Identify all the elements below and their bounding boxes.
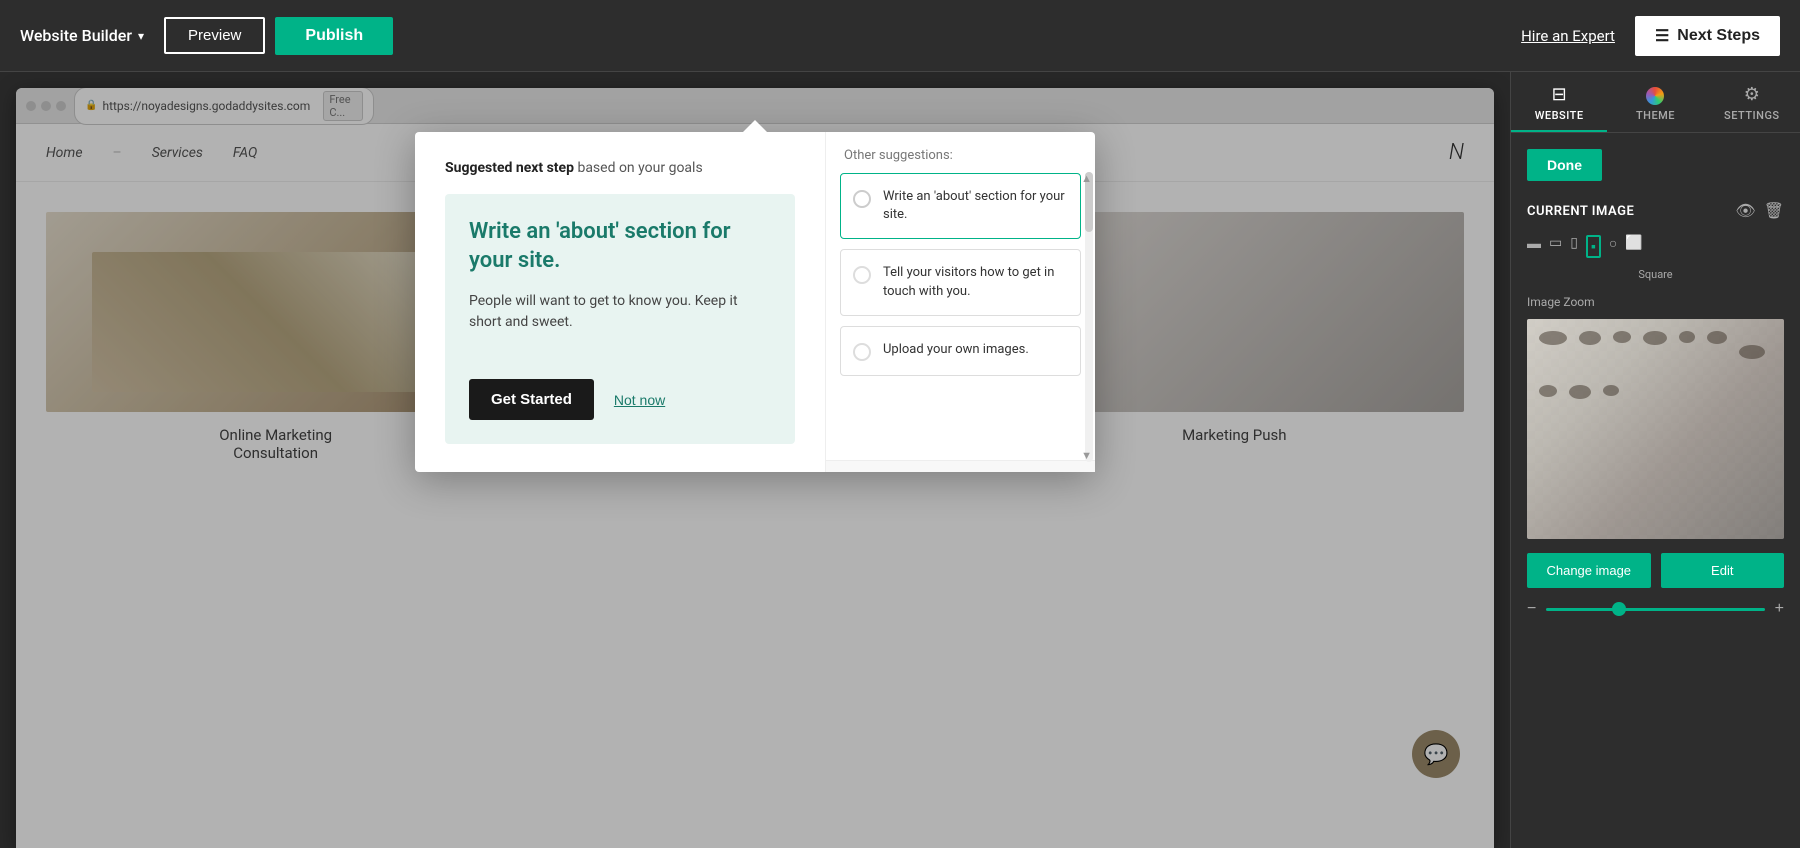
chevron-down-icon: ▾ xyxy=(138,29,144,43)
modal-header-rest: based on your goals xyxy=(574,160,703,176)
delete-icon[interactable]: 🗑 xyxy=(1764,201,1784,221)
modal-actions: Get Started Not now xyxy=(469,379,771,420)
zoom-out-button[interactable]: − xyxy=(1527,600,1536,618)
image-people-overlay xyxy=(1527,319,1784,539)
modal-left-panel: Suggested next step based on your goals … xyxy=(415,132,825,472)
suggestion-item-3[interactable]: Upload your own images. xyxy=(840,326,1081,376)
settings-gear-icon: ⚙ xyxy=(1744,84,1760,105)
zoom-slider[interactable] xyxy=(1546,608,1764,611)
modal-triangle xyxy=(743,120,767,132)
website-tab-icon: ⊟ xyxy=(1552,84,1567,105)
image-zoom-label: Image Zoom xyxy=(1527,295,1784,309)
shape-circle[interactable]: ○ xyxy=(1609,235,1617,258)
sidebar-content: Done CURRENT IMAGE 👁 🗑 ▬ ▭ ▯ ▪ ○ ⬜ Squar… xyxy=(1511,133,1800,848)
shape-square[interactable]: ▪ xyxy=(1586,235,1601,258)
shape-wide[interactable]: ▬ xyxy=(1527,235,1541,258)
shape-portrait[interactable]: ▯ xyxy=(1570,235,1578,258)
zoom-in-button[interactable]: + xyxy=(1775,600,1784,618)
scroll-down-arrow-icon[interactable]: ▼ xyxy=(1081,449,1092,462)
suggested-desc: People will want to get to know you. Kee… xyxy=(469,291,771,333)
brand-label: Website Builder xyxy=(20,26,132,45)
shape-landscape[interactable]: ▭ xyxy=(1549,235,1562,258)
zoom-slider-thumb xyxy=(1612,602,1626,616)
tab-theme[interactable]: THEME xyxy=(1607,75,1703,132)
visibility-toggle-icon[interactable]: 👁 xyxy=(1735,201,1755,221)
brand[interactable]: Website Builder ▾ xyxy=(20,26,144,45)
current-image-section: CURRENT IMAGE 👁 🗑 xyxy=(1527,201,1784,221)
next-steps-label: Next Steps xyxy=(1677,27,1760,45)
theme-color-wheel-icon xyxy=(1646,87,1664,105)
top-bar: Website Builder ▾ Preview Publish Hire a… xyxy=(0,0,1800,72)
preview-button[interactable]: Preview xyxy=(164,17,265,54)
image-shape-options: ▬ ▭ ▯ ▪ ○ ⬜ xyxy=(1527,235,1784,258)
shape-full[interactable]: ⬜ xyxy=(1625,235,1642,258)
suggestion-item-2[interactable]: Tell your visitors how to get in touch w… xyxy=(840,249,1081,315)
other-suggestions-header: Other suggestions: xyxy=(826,132,1095,173)
next-steps-modal: Suggested next step based on your goals … xyxy=(415,132,1095,472)
publish-button[interactable]: Publish xyxy=(275,17,393,55)
suggestion-radio-3[interactable] xyxy=(853,343,871,361)
zoom-controls: − + xyxy=(1527,600,1784,618)
current-image-label: CURRENT IMAGE xyxy=(1527,204,1634,219)
suggestion-item-1[interactable]: Write an 'about' section for your site. xyxy=(840,173,1081,239)
hire-expert-link[interactable]: Hire an Expert xyxy=(1521,27,1615,45)
edit-button[interactable]: Edit xyxy=(1661,553,1785,588)
shape-label: Square xyxy=(1527,268,1784,281)
not-now-button[interactable]: Not now xyxy=(614,392,665,408)
sidebar-actions: Change image Edit xyxy=(1527,553,1784,588)
modal-overlay: Suggested next step based on your goals … xyxy=(0,72,1510,848)
suggestion-radio-1[interactable] xyxy=(853,190,871,208)
suggestion-text-2: Tell your visitors how to get in touch w… xyxy=(883,264,1068,300)
get-started-button[interactable]: Get Started xyxy=(469,379,594,420)
suggested-title: Write an 'about' section for your site. xyxy=(469,218,771,275)
list-icon: ☰ xyxy=(1655,26,1669,46)
suggestion-text-3: Upload your own images. xyxy=(883,341,1029,359)
modal-header-bold: Suggested next step xyxy=(445,160,574,176)
modal-header: Suggested next step based on your goals xyxy=(445,160,795,176)
sidebar-title-icons: 👁 🗑 xyxy=(1735,201,1784,221)
tab-website[interactable]: ⊟ WEBSITE xyxy=(1511,72,1607,132)
change-image-button[interactable]: Change image xyxy=(1527,553,1651,588)
scroll-up-arrow-icon[interactable]: ▲ xyxy=(1081,172,1092,185)
suggestions-scroll-area[interactable]: Write an 'about' section for your site. … xyxy=(826,173,1095,460)
suggested-card: Write an 'about' section for your site. … xyxy=(445,194,795,444)
suggestion-text-1: Write an 'about' section for your site. xyxy=(883,188,1068,224)
settings-tab-label: SETTINGS xyxy=(1724,109,1780,122)
image-preview xyxy=(1527,319,1784,539)
canvas-area: 🔒 https://noyadesigns.godaddysites.com F… xyxy=(0,72,1510,848)
tab-settings[interactable]: ⚙ SETTINGS xyxy=(1704,72,1800,132)
right-sidebar: ⊟ WEBSITE THEME ⚙ SETTINGS Done CURRENT … xyxy=(1510,72,1800,848)
sidebar-tabs: ⊟ WEBSITE THEME ⚙ SETTINGS xyxy=(1511,72,1800,133)
modal-right-panel: Other suggestions: Write an 'about' sect… xyxy=(825,132,1095,472)
main-area: 🔒 https://noyadesigns.godaddysites.com F… xyxy=(0,72,1800,848)
suggestion-radio-2[interactable] xyxy=(853,266,871,284)
modal-scrollbar[interactable] xyxy=(1085,172,1093,462)
theme-tab-label: THEME xyxy=(1636,109,1675,122)
done-button[interactable]: Done xyxy=(1527,149,1602,181)
next-steps-button[interactable]: ☰ Next Steps xyxy=(1635,16,1780,56)
modal-bottom-bar xyxy=(826,460,1095,472)
website-tab-label: WEBSITE xyxy=(1535,109,1584,122)
